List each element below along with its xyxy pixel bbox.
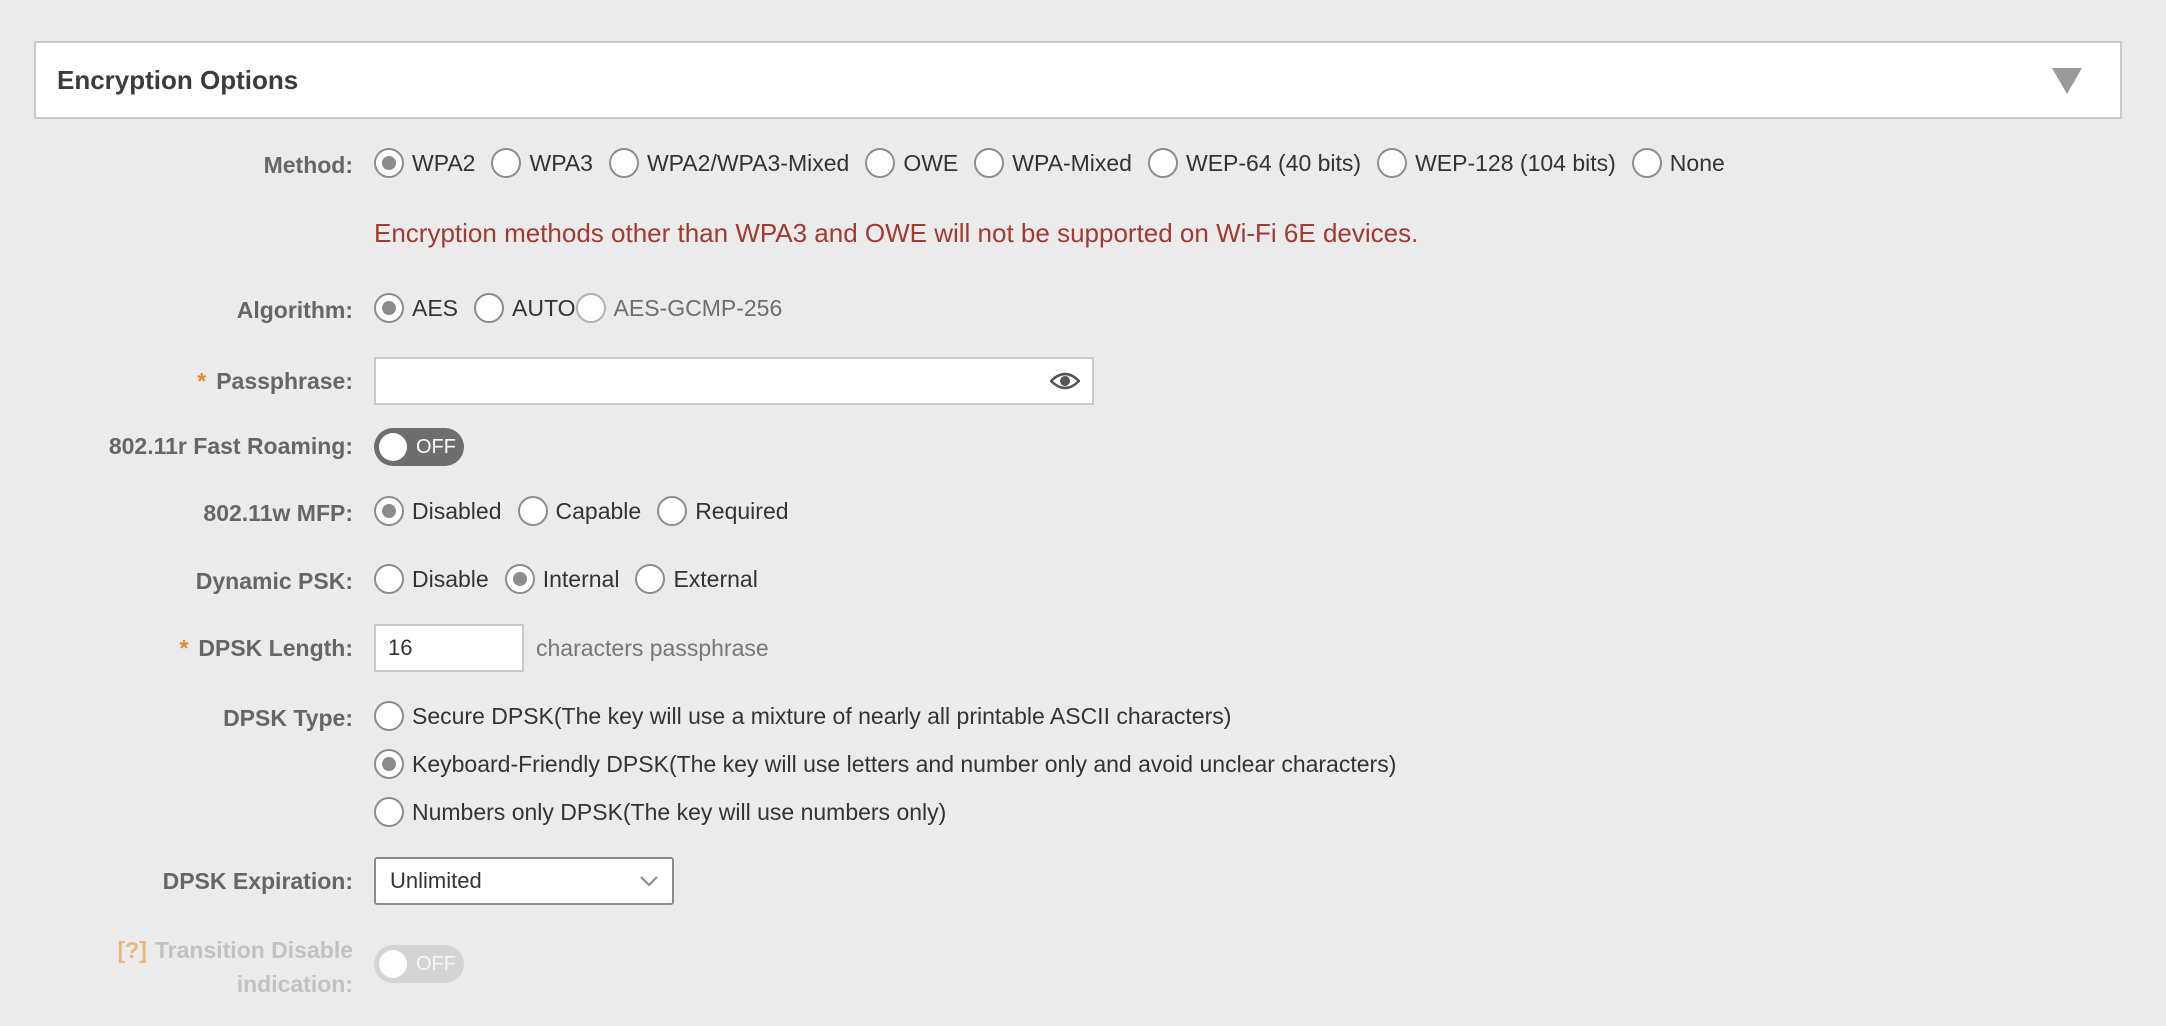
required-mark: * (179, 635, 189, 661)
dpsk-type-option-secure[interactable]: Secure DPSK(The key will use a mixture o… (374, 701, 1231, 731)
transition-disable-label: [?] Transition Disable indication: (117, 937, 353, 997)
dpsk-type-option-numbers-only[interactable]: Numbers only DPSK(The key will use numbe… (374, 797, 946, 827)
radio-icon[interactable] (865, 148, 896, 178)
radio-icon[interactable] (374, 701, 404, 731)
radio-icon[interactable] (657, 496, 688, 526)
dpsk-expiration-value: Unlimited (390, 868, 482, 893)
toggle-knob (379, 433, 407, 461)
method-option-owe[interactable]: OWE (865, 148, 958, 178)
mfp-option-required[interactable]: Required (657, 496, 789, 526)
dpsk-type-label: DPSK Type: (223, 705, 353, 731)
algorithm-option-aes[interactable]: AES (374, 293, 458, 323)
radio-icon[interactable] (374, 148, 404, 178)
dpsk-type-option-keyboard-friendly[interactable]: Keyboard-Friendly DPSK(The key will use … (374, 749, 1396, 779)
panel-title: Encryption Options (57, 65, 299, 95)
radio-icon[interactable] (374, 749, 404, 779)
fast-roaming-toggle[interactable]: OFF (374, 428, 464, 466)
passphrase-input[interactable] (374, 357, 1094, 405)
method-option-wpa-mixed[interactable]: WPA-Mixed (974, 148, 1132, 178)
dpsk-length-field: 16 characters passphrase (374, 624, 769, 672)
dynamic-psk-label: Dynamic PSK: (195, 568, 353, 594)
algorithm-options: AES AUTO AES-GCMP-256 (374, 293, 798, 323)
radio-icon[interactable] (374, 496, 404, 526)
dpsk-expiration-select[interactable]: Unlimited (374, 857, 674, 905)
mfp-option-disabled[interactable]: Disabled (374, 496, 502, 526)
dynamic-psk-option-external[interactable]: External (635, 564, 758, 594)
radio-icon[interactable] (575, 293, 606, 323)
algorithm-label: Algorithm: (236, 297, 353, 323)
wifi6e-warning: Encryption methods other than WPA3 and O… (374, 218, 1419, 248)
dpsk-length-label: * DPSK Length: (179, 635, 353, 661)
dpsk-expiration-label: DPSK Expiration: (162, 868, 353, 894)
method-option-wpa2-wpa3-mixed[interactable]: WPA2/WPA3-Mixed (608, 148, 849, 178)
radio-icon[interactable] (517, 496, 548, 526)
radio-icon[interactable] (608, 148, 639, 178)
chevron-down-icon (640, 876, 658, 887)
radio-icon[interactable] (974, 148, 1005, 178)
method-options: WPA2 WPA3 WPA2/WPA3-Mixed OWE WPA-Mixed … (374, 148, 1741, 178)
method-label: Method: (263, 152, 353, 178)
passphrase-field (374, 357, 1094, 405)
dpsk-length-hint: characters passphrase (536, 634, 769, 661)
dynamic-psk-options: Disable Internal External (374, 564, 774, 594)
collapse-triangle-icon[interactable] (2052, 68, 2082, 94)
dynamic-psk-option-internal[interactable]: Internal (504, 564, 619, 594)
radio-icon[interactable] (1631, 148, 1662, 178)
mfp-label: 802.11w MFP: (203, 500, 353, 526)
method-option-wpa3[interactable]: WPA3 (491, 148, 593, 178)
transition-disable-field: OFF (374, 945, 464, 983)
radio-icon[interactable] (491, 148, 522, 178)
algorithm-option-aes-gcmp-256[interactable]: AES-GCMP-256 (575, 293, 782, 323)
radio-icon[interactable] (635, 564, 666, 594)
algorithm-option-auto[interactable]: AUTO (474, 293, 576, 323)
toggle-knob (379, 950, 407, 978)
mfp-options: Disabled Capable Required (374, 496, 805, 526)
radio-icon[interactable] (374, 564, 404, 594)
encryption-options-panel[interactable]: Encryption Options (34, 41, 2122, 119)
show-password-eye-icon[interactable] (1050, 371, 1080, 391)
fast-roaming-label: 802.11r Fast Roaming: (108, 433, 353, 459)
radio-icon[interactable] (504, 564, 535, 594)
radio-icon[interactable] (474, 293, 505, 323)
dpsk-length-input[interactable]: 16 (374, 624, 524, 672)
method-option-wpa2[interactable]: WPA2 (374, 148, 475, 178)
radio-icon[interactable] (1377, 148, 1408, 178)
required-mark: * (197, 368, 207, 394)
radio-icon[interactable] (374, 293, 404, 323)
dynamic-psk-option-disable[interactable]: Disable (374, 564, 489, 594)
method-option-wep-128[interactable]: WEP-128 (104 bits) (1377, 148, 1616, 178)
method-option-wep-64[interactable]: WEP-64 (40 bits) (1147, 148, 1361, 178)
fast-roaming-field: OFF (374, 428, 464, 466)
help-icon[interactable]: [?] (118, 937, 147, 963)
mfp-option-capable[interactable]: Capable (517, 496, 641, 526)
dpsk-expiration-field: Unlimited (374, 857, 674, 905)
radio-icon[interactable] (1147, 148, 1178, 178)
method-option-none[interactable]: None (1631, 148, 1725, 178)
transition-disable-toggle[interactable]: OFF (374, 945, 464, 983)
radio-icon[interactable] (374, 797, 404, 827)
passphrase-label: * Passphrase: (197, 368, 353, 394)
